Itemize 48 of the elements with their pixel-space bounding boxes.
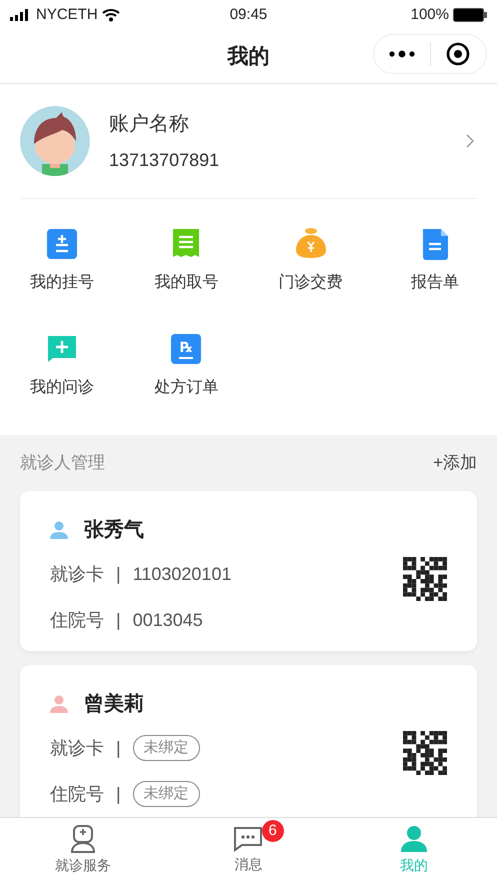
unread-badge: 6	[262, 820, 284, 842]
field-value: 1103020101	[132, 562, 232, 586]
doctor-icon	[70, 825, 96, 853]
carrier-name: NYCETH	[36, 4, 98, 25]
money-bag-icon	[294, 227, 328, 261]
field-label: 住院号	[50, 608, 104, 632]
patient-name: 曾美莉	[84, 692, 144, 717]
menu-item[interactable]: ℞ 处方订单	[124, 330, 248, 435]
field-value: 0013045	[132, 608, 203, 632]
qr-code-icon[interactable]	[403, 557, 447, 601]
field-label: 就诊卡	[50, 736, 104, 760]
wifi-icon	[102, 8, 120, 22]
prescription-icon: ℞	[171, 334, 202, 364]
qr-code-icon[interactable]	[403, 731, 447, 775]
patient-name: 张秀气	[84, 518, 144, 543]
person-icon	[400, 825, 428, 853]
menu-item[interactable]: 我的挂号	[0, 225, 124, 330]
plus-minus-icon	[45, 227, 80, 261]
menu-item[interactable]: 报告单	[372, 225, 497, 330]
field-label: 就诊卡	[50, 562, 104, 586]
tab-item[interactable]: 消息 6	[166, 818, 332, 883]
target-icon	[446, 42, 470, 66]
battery-percent: 100%	[410, 4, 449, 25]
menu-item[interactable]: 门诊交费	[248, 225, 373, 330]
chat-bubble-icon	[233, 826, 264, 852]
status-tag: 未绑定	[132, 781, 200, 807]
tab-item[interactable]: 就诊服务	[0, 818, 166, 883]
account-name: 账户名称	[109, 112, 190, 136]
clock-time: 09:45	[230, 4, 268, 25]
chevron-right-icon	[465, 133, 475, 149]
field-label: 住院号	[50, 782, 104, 806]
patient-card[interactable]: 曾美莉 就诊卡 | 未绑定 住院号 | 未绑定	[20, 665, 477, 817]
status-tag: 未绑定	[132, 735, 200, 761]
patient-card[interactable]: 张秀气 就诊卡 | 1103020101 住院号 | 0013045	[20, 491, 477, 651]
field-separator: |	[116, 782, 121, 806]
field-separator: |	[116, 608, 121, 632]
section-title: 就诊人管理	[20, 452, 105, 474]
phone-number: 13713707891	[109, 148, 220, 172]
menu-item[interactable]: 我的取号	[124, 225, 248, 330]
menu-item[interactable]: 我的问诊	[0, 330, 124, 435]
battery-icon	[452, 8, 487, 22]
field-separator: |	[116, 736, 121, 760]
profile-row[interactable]: 账户名称 13713707891	[20, 84, 477, 199]
page-title: 我的	[228, 44, 270, 70]
add-patient-link[interactable]: +添加	[433, 450, 477, 476]
field-separator: |	[116, 562, 121, 586]
more-icon	[388, 50, 416, 58]
avatar	[20, 106, 90, 176]
